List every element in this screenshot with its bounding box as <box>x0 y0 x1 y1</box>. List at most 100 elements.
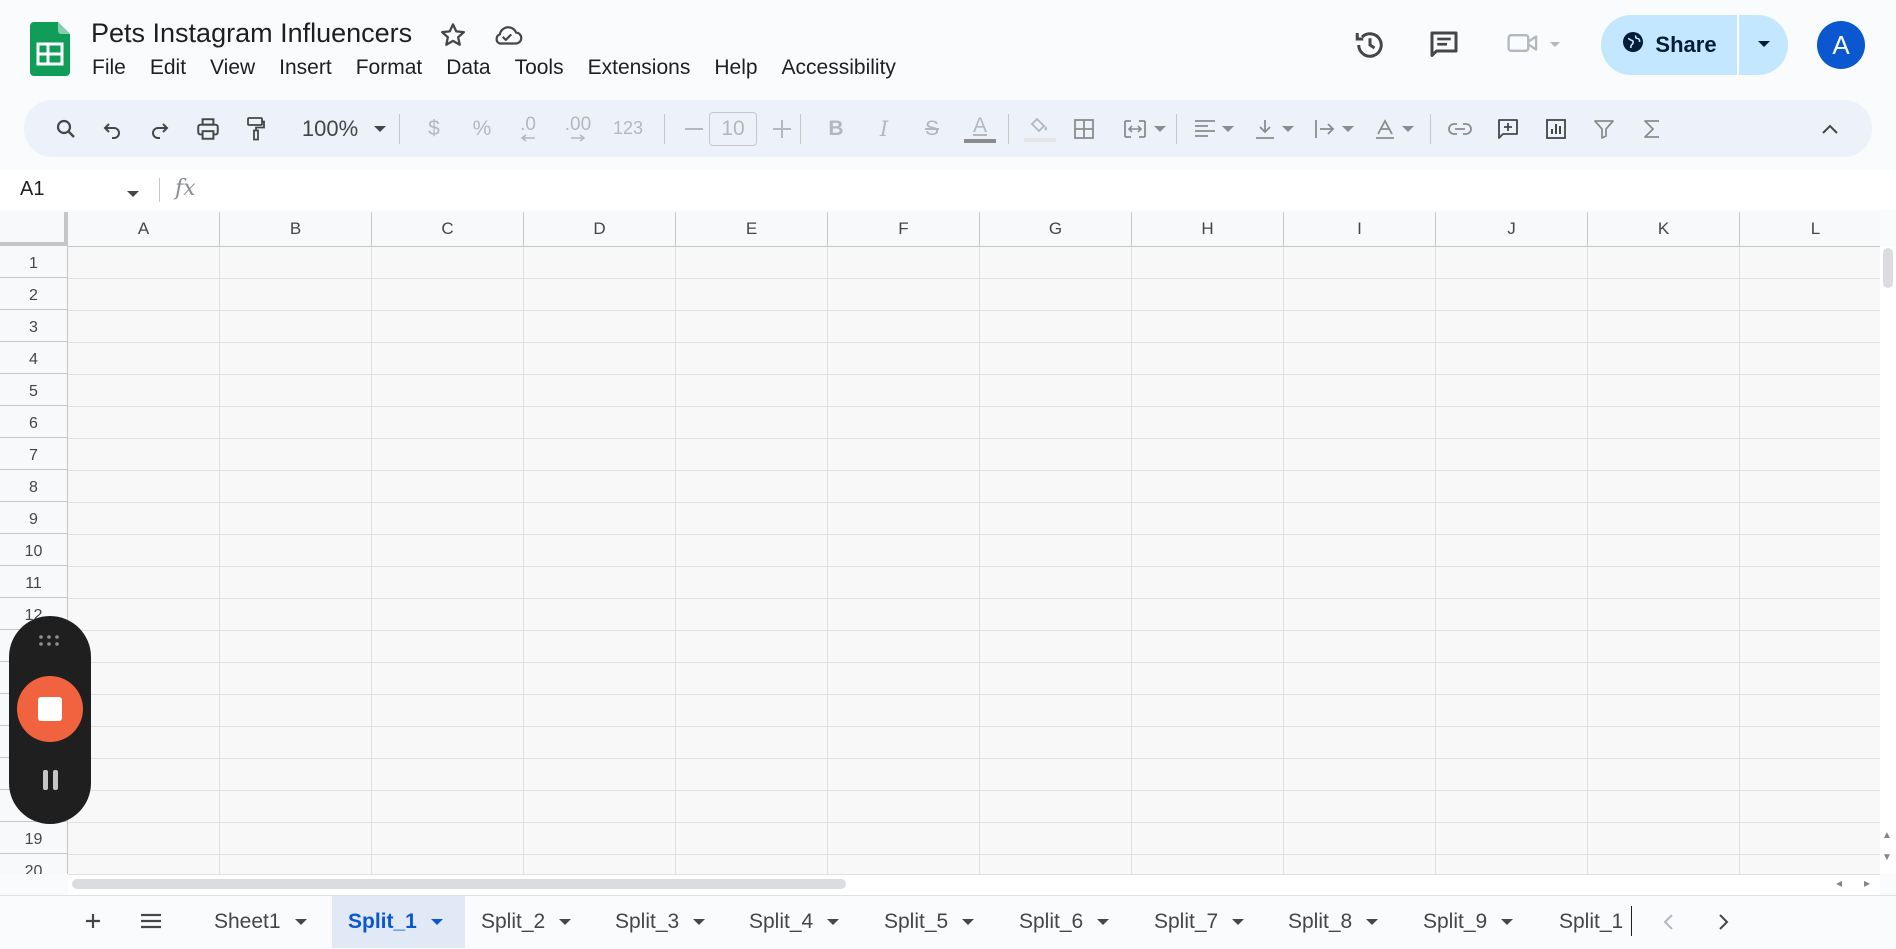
borders-icon[interactable] <box>1064 100 1104 157</box>
column-header[interactable]: E <box>676 212 828 246</box>
insert-chart-icon[interactable] <box>1534 100 1578 157</box>
menu-view[interactable]: View <box>198 54 267 82</box>
caret-down-icon[interactable] <box>693 919 706 925</box>
scroll-right-icon[interactable]: ▸ <box>1864 876 1870 890</box>
cloud-saved-icon[interactable] <box>490 20 524 50</box>
redo-icon[interactable] <box>140 100 180 157</box>
caret-down-icon[interactable] <box>559 919 572 925</box>
column-header[interactable]: L <box>1740 212 1880 246</box>
previous-sheets-icon[interactable] <box>1654 907 1684 937</box>
column-header[interactable]: J <box>1436 212 1588 246</box>
all-sheets-menu-icon[interactable] <box>136 906 166 936</box>
caret-down-icon[interactable] <box>827 919 840 925</box>
functions-icon[interactable] <box>1630 100 1674 157</box>
share-options-dropdown[interactable] <box>1739 15 1788 75</box>
sheet-tab[interactable]: Split_6 <box>1003 896 1136 948</box>
drag-handle-icon[interactable] <box>38 634 60 648</box>
row-header[interactable]: 19 <box>0 822 68 854</box>
row-header[interactable]: 1 <box>0 246 68 278</box>
column-header[interactable]: I <box>1284 212 1436 246</box>
sheets-logo-icon[interactable] <box>30 22 70 76</box>
menu-file[interactable]: File <box>80 54 138 82</box>
caret-down-icon[interactable] <box>294 919 307 925</box>
spreadsheet-grid[interactable]: ABCDEFGHIJKL 123456789101112131415161718… <box>0 212 1880 874</box>
menu-edit[interactable]: Edit <box>138 54 198 82</box>
insert-comment-icon[interactable] <box>1486 100 1530 157</box>
sheet-tab[interactable]: Split_5 <box>868 896 1001 948</box>
select-all-corner[interactable] <box>0 212 68 246</box>
merge-cells-icon[interactable] <box>1114 100 1174 157</box>
font-size-field[interactable]: 10 <box>704 100 762 157</box>
text-wrapping-icon[interactable] <box>1308 100 1360 157</box>
filter-icon[interactable] <box>1582 100 1626 157</box>
caret-down-icon[interactable] <box>1366 919 1379 925</box>
increase-font-size-icon[interactable] <box>764 100 800 157</box>
row-header[interactable]: 20 <box>0 854 68 874</box>
vertical-scrollbar[interactable] <box>1880 246 1896 874</box>
column-header[interactable]: B <box>220 212 372 246</box>
stop-recording-button[interactable] <box>17 676 83 742</box>
comments-icon[interactable] <box>1424 25 1464 65</box>
strikethrough-button[interactable]: S <box>914 100 950 157</box>
sheet-tab[interactable]: Split_4 <box>733 896 866 948</box>
pause-recording-button[interactable] <box>40 770 60 792</box>
text-color-button[interactable]: A <box>960 100 1000 157</box>
column-header[interactable]: D <box>524 212 676 246</box>
vertical-align-icon[interactable] <box>1248 100 1300 157</box>
meet-video-button[interactable] <box>1506 25 1570 65</box>
sheet-tab[interactable]: Sheet1 <box>198 896 326 948</box>
menu-data[interactable]: Data <box>434 54 502 82</box>
decrease-decimal-button[interactable]: .0 <box>508 100 548 157</box>
sheet-tab[interactable]: Split_9 <box>1407 896 1541 948</box>
bold-button[interactable]: B <box>818 100 854 157</box>
name-box-dropdown-icon[interactable] <box>126 185 140 203</box>
caret-down-icon[interactable] <box>1501 919 1514 925</box>
menu-help[interactable]: Help <box>702 54 769 82</box>
column-header[interactable]: H <box>1132 212 1284 246</box>
column-header[interactable]: C <box>372 212 524 246</box>
sheet-tab[interactable]: Split_2 <box>465 896 595 948</box>
caret-down-icon[interactable] <box>430 919 443 925</box>
fill-color-icon[interactable] <box>1018 100 1062 157</box>
sheet-tab[interactable]: Split_7 <box>1138 896 1268 948</box>
scroll-up-icon[interactable]: ▲ <box>1882 830 1892 841</box>
row-header[interactable]: 7 <box>0 438 68 470</box>
column-header[interactable]: K <box>1588 212 1740 246</box>
star-icon[interactable] <box>438 20 468 50</box>
sheet-tab[interactable]: Split_1 <box>332 896 465 948</box>
column-header[interactable]: F <box>828 212 980 246</box>
row-header[interactable]: 3 <box>0 310 68 342</box>
more-formats-button[interactable]: 123 <box>604 100 652 157</box>
horizontal-align-icon[interactable] <box>1188 100 1240 157</box>
share-button[interactable]: Share <box>1601 15 1737 75</box>
version-history-icon[interactable] <box>1350 25 1390 65</box>
text-rotation-icon[interactable] <box>1368 100 1420 157</box>
caret-down-icon[interactable] <box>1232 919 1245 925</box>
menu-tools[interactable]: Tools <box>503 54 576 82</box>
row-header[interactable]: 9 <box>0 502 68 534</box>
sheet-tab[interactable]: Split_1 <box>1543 896 1633 948</box>
row-header[interactable]: 11 <box>0 566 68 598</box>
format-currency-button[interactable]: $ <box>416 100 452 157</box>
search-menus-icon[interactable] <box>44 100 88 157</box>
row-header[interactable]: 8 <box>0 470 68 502</box>
scroll-left-icon[interactable]: ◂ <box>1836 876 1842 890</box>
row-header[interactable]: 5 <box>0 374 68 406</box>
row-header[interactable]: 6 <box>0 406 68 438</box>
increase-decimal-button[interactable]: .00 <box>554 100 602 157</box>
document-title[interactable]: Pets Instagram Influencers <box>91 18 412 49</box>
print-icon[interactable] <box>188 100 228 157</box>
menu-accessibility[interactable]: Accessibility <box>770 54 908 82</box>
zoom-select[interactable]: 100% <box>288 100 400 157</box>
name-box[interactable]: A1 <box>20 178 44 201</box>
menu-extensions[interactable]: Extensions <box>576 54 703 82</box>
menu-insert[interactable]: Insert <box>267 54 344 82</box>
vertical-scroll-thumb[interactable] <box>1883 248 1893 288</box>
insert-link-icon[interactable] <box>1438 100 1482 157</box>
cell-area[interactable] <box>68 247 1880 874</box>
caret-down-icon[interactable] <box>962 919 975 925</box>
sheet-tab[interactable]: Split_3 <box>599 896 729 948</box>
column-header[interactable]: G <box>980 212 1132 246</box>
italic-button[interactable]: I <box>866 100 902 157</box>
scroll-down-icon[interactable]: ▼ <box>1882 852 1892 863</box>
